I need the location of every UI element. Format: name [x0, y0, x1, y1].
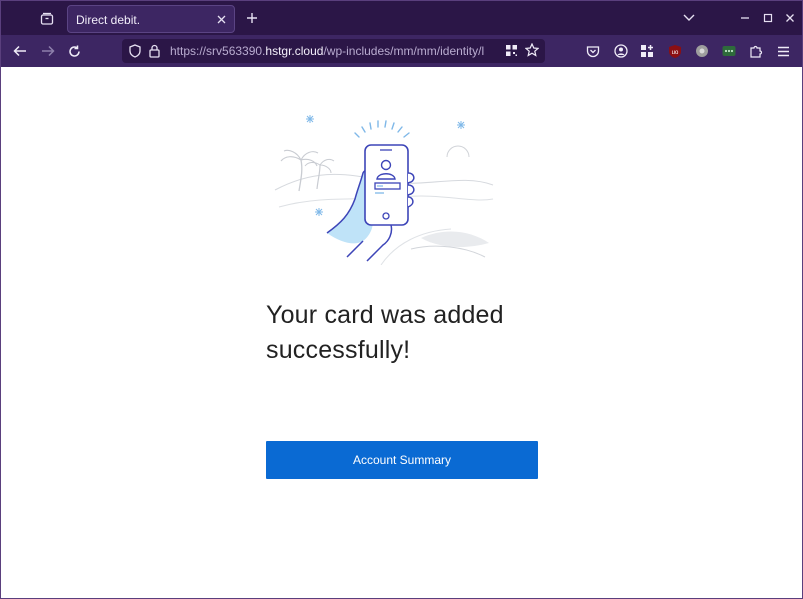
- url-text[interactable]: https://srv563390.hstgr.cloud/wp-include…: [170, 44, 495, 58]
- success-headline: Your card was added successfully!: [266, 301, 504, 364]
- qr-code-icon[interactable]: [505, 44, 518, 62]
- minimize-icon[interactable]: [737, 10, 753, 26]
- lock-icon[interactable]: [149, 44, 160, 63]
- tab-overview-icon[interactable]: [37, 9, 57, 29]
- svg-text:uo: uo: [672, 50, 679, 56]
- tracking-protection-shield-icon[interactable]: [129, 44, 141, 63]
- phone-in-hand-illustration: [274, 115, 494, 265]
- close-tab-icon[interactable]: [214, 12, 228, 26]
- account-summary-button[interactable]: Account Summary: [266, 441, 538, 479]
- maximize-icon[interactable]: [760, 10, 776, 26]
- menu-hamburger-icon[interactable]: [775, 43, 791, 59]
- bookmark-star-icon[interactable]: [524, 42, 540, 62]
- tab-title: Direct debit.: [76, 13, 141, 27]
- address-bar[interactable]: https://srv563390.hstgr.cloud/wp-include…: [122, 39, 545, 63]
- green-dots-extension-icon[interactable]: [721, 43, 737, 59]
- reload-icon[interactable]: [65, 42, 83, 60]
- tab-bar: Direct debit.: [1, 1, 802, 35]
- extension-grid-icon[interactable]: [639, 43, 655, 59]
- url-prefix: https://srv563390.: [170, 44, 266, 58]
- extensions-puzzle-icon[interactable]: [748, 43, 764, 59]
- list-all-tabs-icon[interactable]: [681, 10, 697, 26]
- url-path: /wp-includes/mm/mm/identity/l: [323, 44, 485, 58]
- account-icon[interactable]: [613, 43, 629, 59]
- ublock-origin-icon[interactable]: uo: [667, 43, 683, 59]
- url-host: hstgr.cloud: [265, 44, 324, 58]
- navigation-toolbar: https://srv563390.hstgr.cloud/wp-include…: [1, 35, 802, 67]
- tab-direct-debit[interactable]: Direct debit.: [67, 5, 235, 33]
- forward-arrow-icon[interactable]: [39, 42, 57, 60]
- gray-circle-extension-icon[interactable]: [694, 43, 710, 59]
- back-arrow-icon[interactable]: [11, 42, 29, 60]
- pocket-icon[interactable]: [585, 43, 601, 59]
- browser-window: Direct debit. https://srv563390.hstgr.cl…: [0, 0, 803, 599]
- close-window-icon[interactable]: [782, 10, 798, 26]
- page-content: Your card was added successfully! Accoun…: [1, 67, 802, 598]
- new-tab-icon[interactable]: [244, 10, 260, 26]
